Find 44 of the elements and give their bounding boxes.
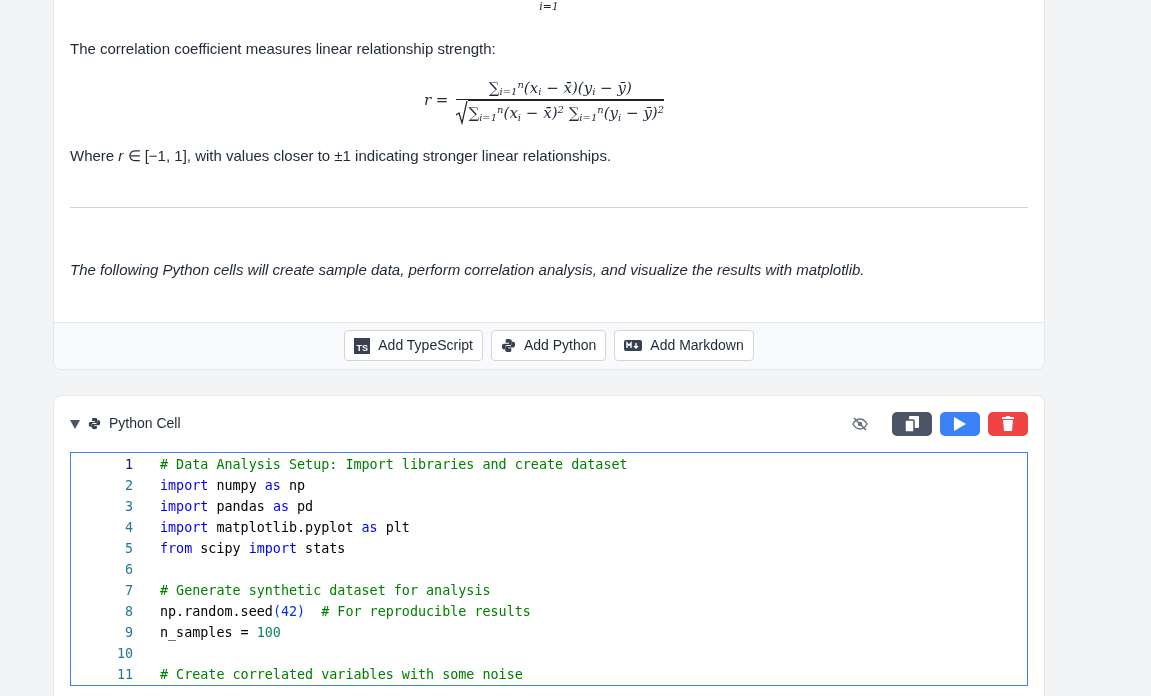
formula-numerator: ∑$_{i=1}$$^{n}$(x$_{i}$ − x̄)(y$_{i}$ − ȳ) [488,77,632,99]
python-icon [88,417,101,430]
line-number: 8 [123,602,133,621]
line-number: 2 [123,476,133,495]
copy-button[interactable] [892,411,932,436]
add-cell-button[interactable]: TS Add TypeScript [344,330,483,361]
line-number: 1 [123,455,133,474]
formula-text: i=1 [539,0,559,13]
line-number: 11 [115,665,133,684]
typescript-icon: TS [354,337,371,354]
line-number: 10 [115,644,133,663]
copy-icon [905,415,919,432]
line-number: 3 [123,497,133,516]
collapse-toggle[interactable] [70,418,80,429]
line-number: 9 [123,623,133,642]
code-editor[interactable] [70,451,1028,686]
line-number: 5 [123,539,133,558]
formula-denominator: ∑$_{i=1}$$^{n}$(x$_{i}$ − x̄)$^{2}$ ∑$_{i=1}$$^{n}$(y$_{i}$ − ȳ)$^{2}$ [468,100,665,125]
code-line: # Data Analysis Setup: Import libraries and create dataset [160,455,628,474]
line-number: 7 [123,581,133,600]
run-button[interactable] [940,411,980,436]
code-line: import numpy as np [160,476,306,495]
add-cell-button[interactable]: Add Python [490,330,607,361]
line-number: 4 [123,518,133,537]
play-icon [953,415,967,432]
markdown-icon [624,340,643,351]
paragraph: Where r ∈ [−1, 1], with values closer to ±1 indicating stronger linear relationships. [70,145,613,166]
paragraph: The correlation coefficient measures linear relationship strength: [70,39,497,59]
hide-icon[interactable] [852,416,868,431]
formula-text: r = [423,90,449,112]
code-line: # Generate synthetic dataset for analysis [160,581,491,600]
paragraph: The following Python cells will create sample data, perform correlation analysis, and visualize the results with matplotlib. [70,260,866,280]
code-line: from scipy import stats [160,539,346,558]
cell-title: Python Cell [109,414,181,433]
code-line: # Create correlated variables with some noise [160,665,523,684]
code-line: import pandas as pd [160,497,314,516]
delete-button[interactable] [988,411,1028,436]
trash-icon [1002,416,1014,431]
code-line: import matplotlib.pyplot as plt [160,518,410,537]
add-cell-button[interactable]: Add Markdown [614,330,754,361]
code-line: n_samples = 100 [160,623,281,643]
code-line: np.random.seed(42) # For reproducible results [160,602,531,621]
line-number: 6 [123,560,133,579]
python-icon [500,338,516,353]
